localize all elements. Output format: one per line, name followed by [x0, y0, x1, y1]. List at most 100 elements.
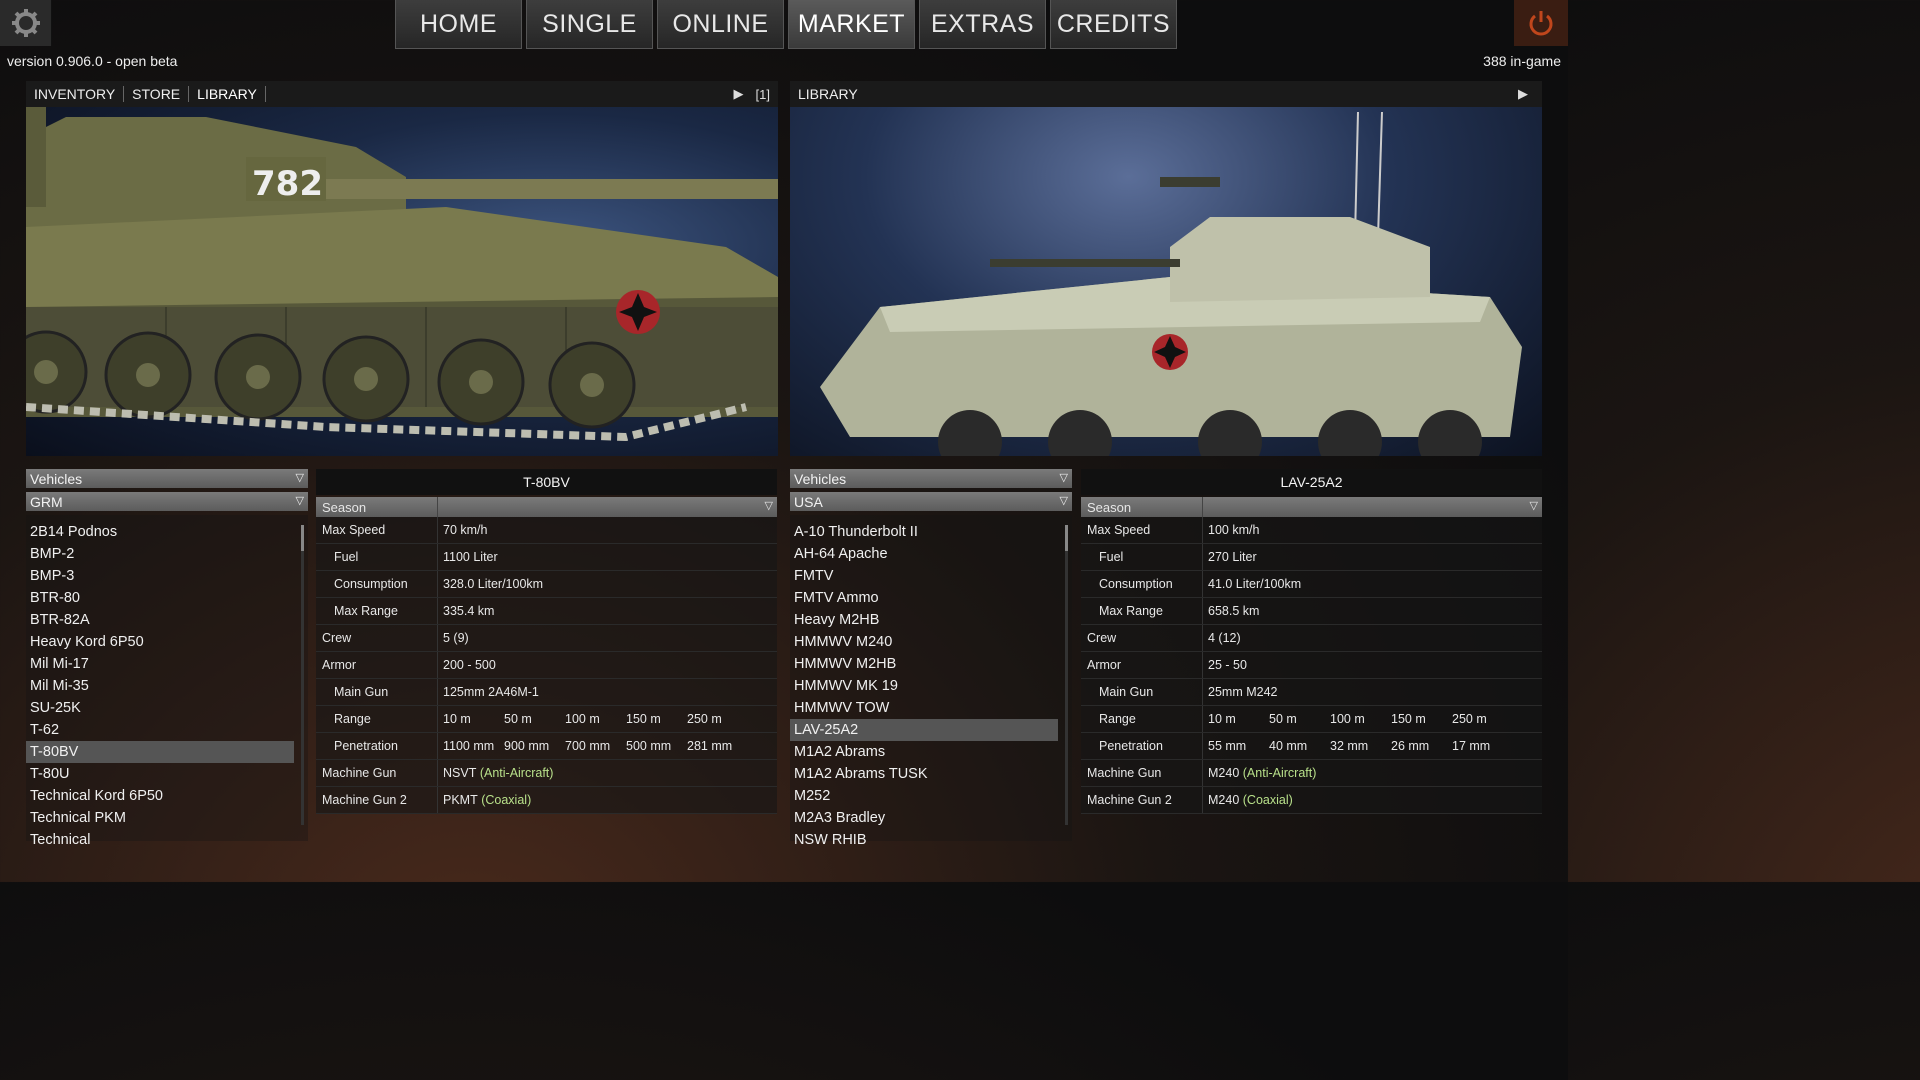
- list-item[interactable]: M2A3 Bradley: [790, 807, 1058, 829]
- right-category-dropdown[interactable]: Vehicles ▽: [790, 469, 1072, 488]
- stat-value: 125mm 2A46M-1: [443, 685, 539, 699]
- right-faction-dropdown[interactable]: USA ▽: [790, 492, 1072, 511]
- range-cell: 100 m: [1330, 712, 1365, 726]
- tab-library[interactable]: LIBRARY: [197, 86, 266, 102]
- stat-label: Fuel: [1081, 544, 1203, 570]
- mg2-type: (Coaxial): [1242, 793, 1293, 807]
- list-item[interactable]: Mil Mi-17: [26, 653, 294, 675]
- scrollbar-thumb[interactable]: [301, 525, 304, 551]
- stat-label: Range: [316, 706, 438, 732]
- penetration-cell: 26 mm: [1391, 739, 1430, 753]
- range-cell: 50 m: [504, 712, 532, 726]
- mg2-type: (Coaxial): [481, 793, 532, 807]
- left-category-dropdown[interactable]: Vehicles ▽: [26, 469, 308, 488]
- stat-value: 270 Liter: [1208, 550, 1257, 564]
- left-faction-dropdown[interactable]: GRM ▽: [26, 492, 308, 511]
- stat-row-range: Range 10 m 50 m 100 m 150 m 250 m: [1081, 706, 1542, 733]
- list-item[interactable]: BMP-3: [26, 565, 294, 587]
- stat-label: Machine Gun: [1081, 760, 1203, 786]
- stat-value: PKMT (Coaxial): [438, 787, 777, 813]
- left-season-dropdown[interactable]: Season ▽: [316, 497, 777, 517]
- list-item[interactable]: T-62: [26, 719, 294, 741]
- list-item[interactable]: A-10 Thunderbolt II: [790, 521, 1058, 543]
- season-label: Season: [1081, 497, 1203, 517]
- list-item[interactable]: Mil Mi-35: [26, 675, 294, 697]
- item-count: [1]: [755, 86, 770, 102]
- list-item[interactable]: SU-25K: [26, 697, 294, 719]
- tab-store[interactable]: STORE: [132, 86, 190, 102]
- list-item[interactable]: HMMWV M2HB: [790, 653, 1058, 675]
- play-button-right[interactable]: ▶: [1512, 83, 1534, 105]
- right-list-scrollbar[interactable]: [1065, 525, 1068, 825]
- list-item[interactable]: M1A2 Abrams TUSK: [790, 763, 1058, 785]
- right-vehicle-title: LAV-25A2: [1081, 469, 1542, 495]
- vehicle-preview-tank[interactable]: 782: [26, 107, 778, 456]
- list-item[interactable]: HMMWV TOW: [790, 697, 1058, 719]
- left-faction-value: GRM: [30, 493, 63, 510]
- right-season-dropdown[interactable]: Season ▽: [1081, 497, 1542, 517]
- stat-value: 41.0 Liter/100km: [1208, 577, 1302, 591]
- power-icon: [1529, 11, 1553, 36]
- nav-tab-online[interactable]: ONLINE: [657, 0, 784, 49]
- range-values: 10 m 50 m 100 m 150 m 250 m: [438, 706, 777, 732]
- left-viewer-panel: INVENTORY STORE LIBRARY ▶ [1] 782: [26, 81, 778, 461]
- list-item[interactable]: BMP-2: [26, 543, 294, 565]
- tab-library-right[interactable]: LIBRARY: [798, 86, 866, 102]
- stat-row-machine-gun: Machine Gun M240 (Anti-Aircraft): [1081, 760, 1542, 787]
- list-item[interactable]: Technical Kord 6P50: [26, 785, 294, 807]
- list-item[interactable]: Heavy Kord 6P50: [26, 631, 294, 653]
- penetration-values: 1100 mm 900 mm 700 mm 500 mm 281 mm: [438, 733, 777, 759]
- play-icon: ▶: [733, 86, 744, 101]
- list-item[interactable]: BTR-82A: [26, 609, 294, 631]
- chevron-down-icon: ▽: [295, 495, 304, 507]
- list-item[interactable]: M1A2 Abrams: [790, 741, 1058, 763]
- stat-label: Armor: [316, 652, 438, 678]
- list-item[interactable]: AH-64 Apache: [790, 543, 1058, 565]
- list-item-selected[interactable]: LAV-25A2: [790, 719, 1058, 741]
- stat-label: Max Speed: [316, 517, 438, 543]
- stat-value: 25 - 50: [1208, 658, 1247, 672]
- nav-tab-extras[interactable]: EXTRAS: [919, 0, 1046, 49]
- right-category-value: Vehicles: [794, 470, 847, 487]
- list-item[interactable]: Technical: [26, 829, 294, 851]
- tab-inventory[interactable]: INVENTORY: [34, 86, 125, 102]
- nav-tab-home[interactable]: HOME: [395, 0, 522, 49]
- list-item[interactable]: 2B14 Podnos: [26, 521, 294, 543]
- play-button[interactable]: ▶: [728, 83, 750, 105]
- stat-row-penetration: Penetration 1100 mm 900 mm 700 mm 500 mm…: [316, 733, 777, 760]
- nav-tab-single[interactable]: SINGLE: [526, 0, 653, 49]
- chevron-down-icon: ▽: [1059, 495, 1068, 507]
- quit-button[interactable]: [1514, 0, 1568, 46]
- stat-row-machine-gun: Machine Gun NSVT (Anti-Aircraft): [316, 760, 777, 787]
- list-item[interactable]: BTR-80: [26, 587, 294, 609]
- range-cell: 50 m: [1269, 712, 1297, 726]
- list-item[interactable]: M252: [790, 785, 1058, 807]
- list-item[interactable]: T-80U: [26, 763, 294, 785]
- nav-tab-credits[interactable]: CREDITS: [1050, 0, 1177, 49]
- list-item[interactable]: FMTV: [790, 565, 1058, 587]
- stat-value: 4 (12): [1208, 631, 1241, 645]
- vehicle-preview-lav[interactable]: [790, 107, 1542, 456]
- scrollbar-thumb[interactable]: [1065, 525, 1068, 551]
- left-panel-tabs: INVENTORY STORE LIBRARY ▶ [1]: [26, 81, 778, 107]
- list-item[interactable]: Technical PKM: [26, 807, 294, 829]
- chevron-down-icon: ▽: [1059, 472, 1068, 484]
- list-item[interactable]: HMMWV M240: [790, 631, 1058, 653]
- right-stats-table: LAV-25A2 Season ▽ Max Speed 100 km/h Fuel…: [1081, 469, 1542, 814]
- right-vehicle-list: A-10 Thunderbolt II AH-64 Apache FMTV FM…: [790, 515, 1072, 848]
- mg-type: (Anti-Aircraft): [479, 766, 554, 780]
- stat-value: M240 (Anti-Aircraft): [1203, 760, 1542, 786]
- list-item[interactable]: NSW RHIB: [790, 829, 1058, 851]
- list-item[interactable]: HMMWV MK 19: [790, 675, 1058, 697]
- left-list-scrollbar[interactable]: [301, 525, 304, 825]
- list-item[interactable]: Heavy M2HB: [790, 609, 1058, 631]
- stat-value: 1100 Liter: [443, 550, 498, 564]
- version-label: version 0.906.0 - open beta: [7, 53, 178, 69]
- range-cell: 150 m: [626, 712, 661, 726]
- list-item-selected[interactable]: T-80BV: [26, 741, 294, 763]
- stat-row-crew: Crew 5 (9): [316, 625, 777, 652]
- settings-button[interactable]: [0, 0, 52, 46]
- list-item[interactable]: FMTV Ammo: [790, 587, 1058, 609]
- stat-label: Fuel: [316, 544, 438, 570]
- nav-tab-market[interactable]: MARKET: [788, 0, 915, 49]
